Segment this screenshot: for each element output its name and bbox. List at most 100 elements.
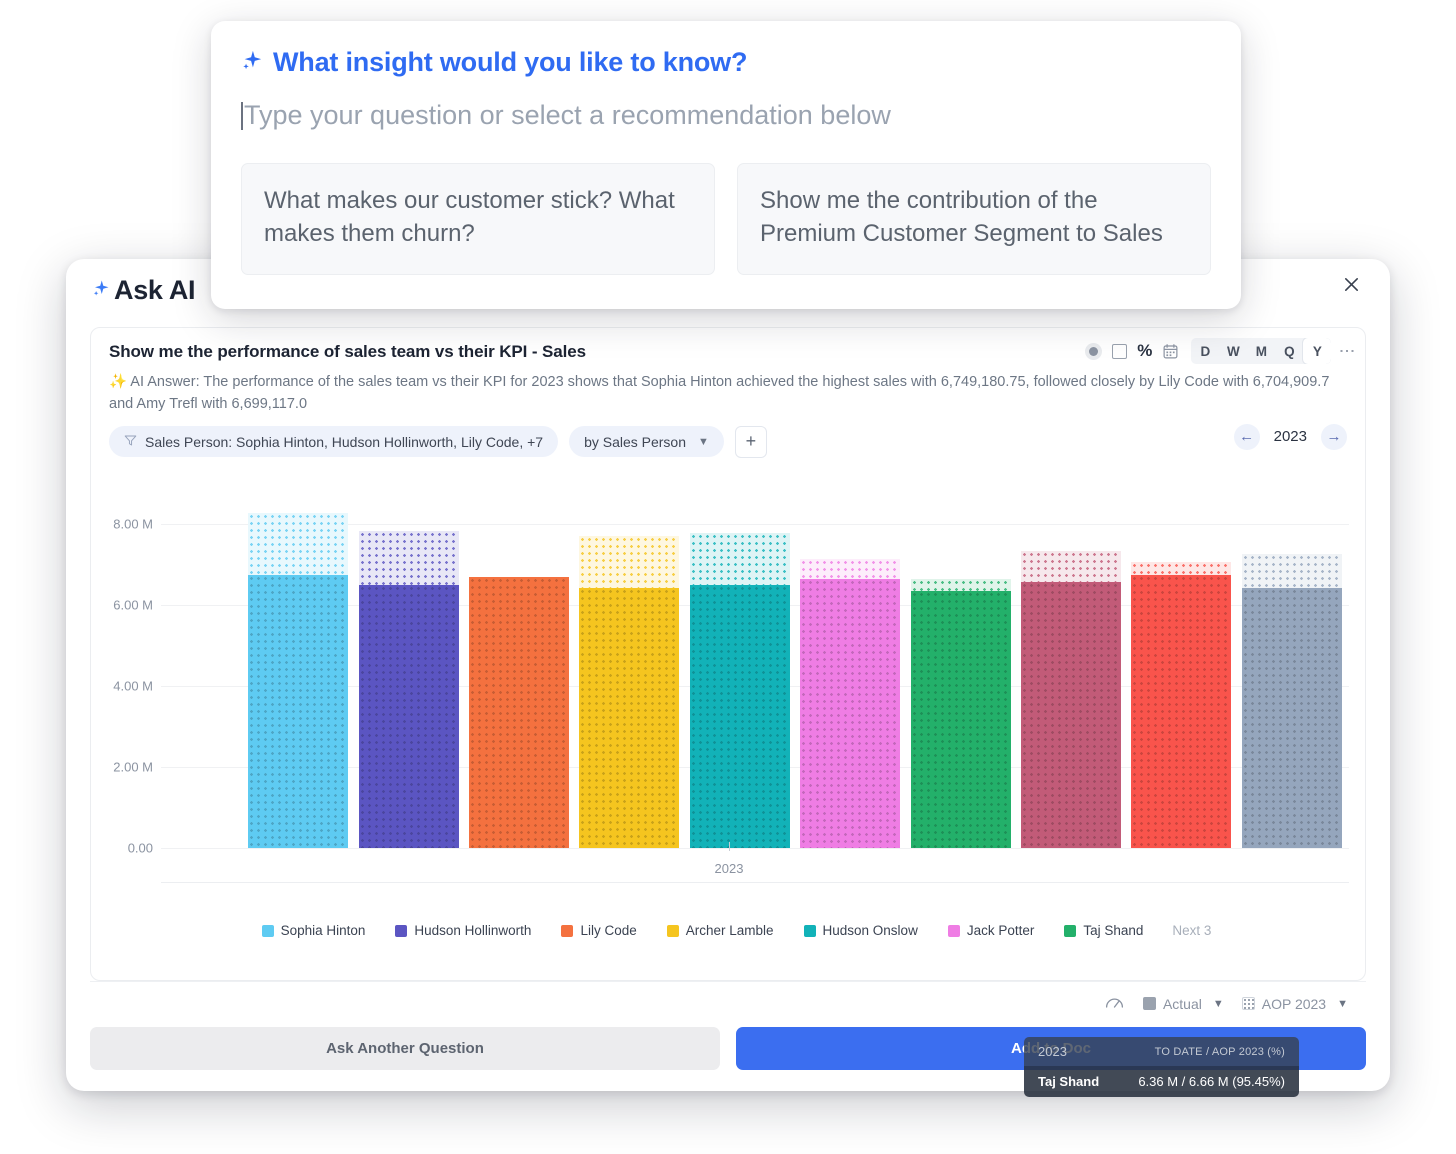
bar-target-segment — [800, 559, 901, 580]
bar-target-segment — [1021, 551, 1121, 583]
bar-group[interactable] — [800, 559, 901, 848]
period-m[interactable]: M — [1247, 338, 1275, 364]
period-selector: D W M Q Y — [1191, 338, 1332, 364]
arrow-right-icon[interactable]: → — [1321, 423, 1347, 450]
tooltip-year: 2023 — [1038, 1044, 1067, 1059]
legend-label: Hudson Hollinworth — [414, 923, 532, 938]
x-axis-tick-mark — [729, 842, 730, 851]
filter-pill-sales-person[interactable]: Sales Person: Sophia Hinton, Hudson Holl… — [109, 426, 559, 458]
measure-label: Actual — [1162, 995, 1202, 1012]
percent-icon[interactable]: % — [1137, 341, 1152, 361]
recommendation-card: What insight would you like to know? Typ… — [211, 21, 1241, 309]
bar-group[interactable] — [1131, 562, 1232, 848]
bar-group[interactable] — [579, 536, 680, 848]
text-caret — [241, 101, 243, 130]
bar-group[interactable] — [1241, 553, 1342, 848]
chart-card: Show me the performance of sales team vs… — [90, 327, 1367, 1097]
ask-another-question-button[interactable]: Ask Another Question — [90, 1027, 720, 1070]
chart-tooltip: 2023 TO DATE / AOP 2023 (%) Taj Shand 6.… — [1024, 1037, 1299, 1097]
bar-group[interactable] — [358, 531, 459, 848]
legend-swatch — [947, 924, 960, 937]
legend-item[interactable]: Hudson Onslow — [803, 923, 918, 938]
period-d[interactable]: D — [1191, 338, 1219, 364]
tooltip-header: 2023 TO DATE / AOP 2023 (%) — [1024, 1037, 1299, 1066]
filter-pill-label: Sales Person: Sophia Hinton, Hudson Holl… — [145, 433, 544, 450]
question-input-placeholder: Type your question or select a recommend… — [244, 100, 891, 130]
bar-actual-segment — [910, 590, 1011, 848]
recommendation-title: What insight would you like to know? — [241, 47, 1211, 78]
legend-item[interactable]: Sophia Hinton — [261, 923, 366, 938]
legend-item[interactable]: Lily Code — [561, 923, 637, 938]
bar-target-segment — [358, 531, 459, 585]
radio-filled-icon[interactable] — [1085, 342, 1103, 360]
bar-group[interactable] — [469, 576, 569, 848]
bar-target-segment — [1131, 562, 1232, 576]
legend-label: Archer Lamble — [685, 923, 774, 938]
bar-group[interactable] — [689, 532, 790, 848]
ask-ai-modal: Ask AI Show me the performance of sales … — [66, 259, 1390, 1097]
legend-item[interactable]: Archer Lamble — [666, 923, 774, 938]
legend-swatch — [561, 924, 574, 937]
recommendation-title-text: What insight would you like to know? — [273, 47, 748, 77]
tooltip-value: 6.36 M / 6.66 M (95.45%) — [1138, 1074, 1285, 1089]
y-axis-tick-label: 4.00 M — [113, 678, 153, 694]
chevron-down-icon: ▼ — [1337, 997, 1348, 1010]
arrow-left-icon[interactable]: ← — [1233, 423, 1260, 450]
legend-label: Jack Potter — [966, 923, 1035, 938]
bar-actual-segment — [358, 584, 459, 848]
more-options-icon[interactable]: ⋮ — [1338, 343, 1355, 359]
legend-swatch — [1064, 924, 1077, 937]
chart-plot-area: 0.00 2.00 M 4.00 M 6.00 M 8.00 M 2023 — [91, 488, 1367, 883]
ai-answer-text: AI Answer: The performance of the sales … — [109, 374, 1330, 413]
legend-swatch — [803, 924, 816, 937]
legend-item[interactable]: Hudson Hollinworth — [395, 923, 531, 938]
square-outline-icon[interactable] — [1112, 343, 1128, 359]
bar-group[interactable] — [248, 513, 349, 848]
bar-group[interactable] — [1021, 551, 1121, 848]
chart-footer: Actual ▼ AOP 2023 ▼ — [90, 981, 1366, 1025]
group-by-label: by Sales Person — [584, 433, 687, 450]
bar-target-segment — [1241, 553, 1342, 589]
sparkle-icon — [92, 279, 110, 301]
chart-x-axis-label: 2023 — [91, 842, 1367, 878]
bar-actual-segment — [469, 576, 569, 848]
group-by-pill[interactable]: by Sales Person ▼ — [569, 426, 724, 458]
legend-item[interactable]: Taj Shand — [1064, 923, 1143, 938]
legend-label: Lily Code — [580, 923, 637, 938]
bar-actual-segment — [248, 574, 349, 848]
tooltip-body: Taj Shand 6.36 M / 6.66 M (95.45%) — [1024, 1066, 1299, 1097]
gauge-icon[interactable] — [1104, 993, 1125, 1014]
bar-group[interactable] — [910, 578, 1011, 848]
chart-bars — [243, 488, 1342, 883]
y-axis-tick-label: 6.00 M — [113, 597, 153, 613]
modal-title: Ask AI — [92, 275, 196, 306]
calendar-icon[interactable] — [1162, 343, 1179, 360]
recommendation-chip-1[interactable]: What makes our customer stick? What make… — [241, 163, 715, 275]
y-axis-tick-label: 0.00 — [127, 840, 153, 856]
question-input[interactable]: Type your question or select a recommend… — [241, 100, 1211, 131]
period-w[interactable]: W — [1219, 338, 1247, 364]
bar-actual-segment — [1241, 588, 1342, 848]
sparkle-icon — [241, 49, 263, 76]
chevron-down-icon: ▼ — [1212, 997, 1224, 1010]
plus-icon[interactable]: + — [734, 425, 767, 458]
measure-selector-actual[interactable]: Actual ▼ — [1142, 995, 1224, 1012]
legend-label: Sophia Hinton — [280, 923, 366, 938]
bar-target-segment — [689, 532, 790, 586]
recommendation-chip-2[interactable]: Show me the contribution of the Premium … — [737, 163, 1211, 275]
close-icon[interactable] — [1334, 267, 1368, 301]
year-navigator: ← 2023 → — [1233, 423, 1347, 450]
bar-target-segment — [248, 513, 349, 575]
period-q[interactable]: Q — [1275, 338, 1303, 364]
filter-row: Sales Person: Sophia Hinton, Hudson Holl… — [91, 416, 1365, 458]
chart-legend: Sophia Hinton Hudson Hollinworth Lily Code… — [91, 923, 1367, 938]
legend-item[interactable]: Jack Potter — [947, 923, 1035, 938]
y-axis-tick-label: 2.00 M — [113, 759, 153, 775]
period-y[interactable]: Y — [1303, 338, 1332, 364]
sparkles-icon: ✨ — [109, 374, 128, 390]
tooltip-name: Taj Shand — [1038, 1074, 1100, 1089]
recommendation-chips: What makes our customer stick? What make… — [241, 163, 1211, 275]
target-selector-aop[interactable]: AOP 2023 ▼ — [1241, 996, 1348, 1012]
legend-next-button[interactable]: Next 3 — [1172, 923, 1211, 938]
x-axis-tick-label: 2023 — [714, 861, 744, 876]
